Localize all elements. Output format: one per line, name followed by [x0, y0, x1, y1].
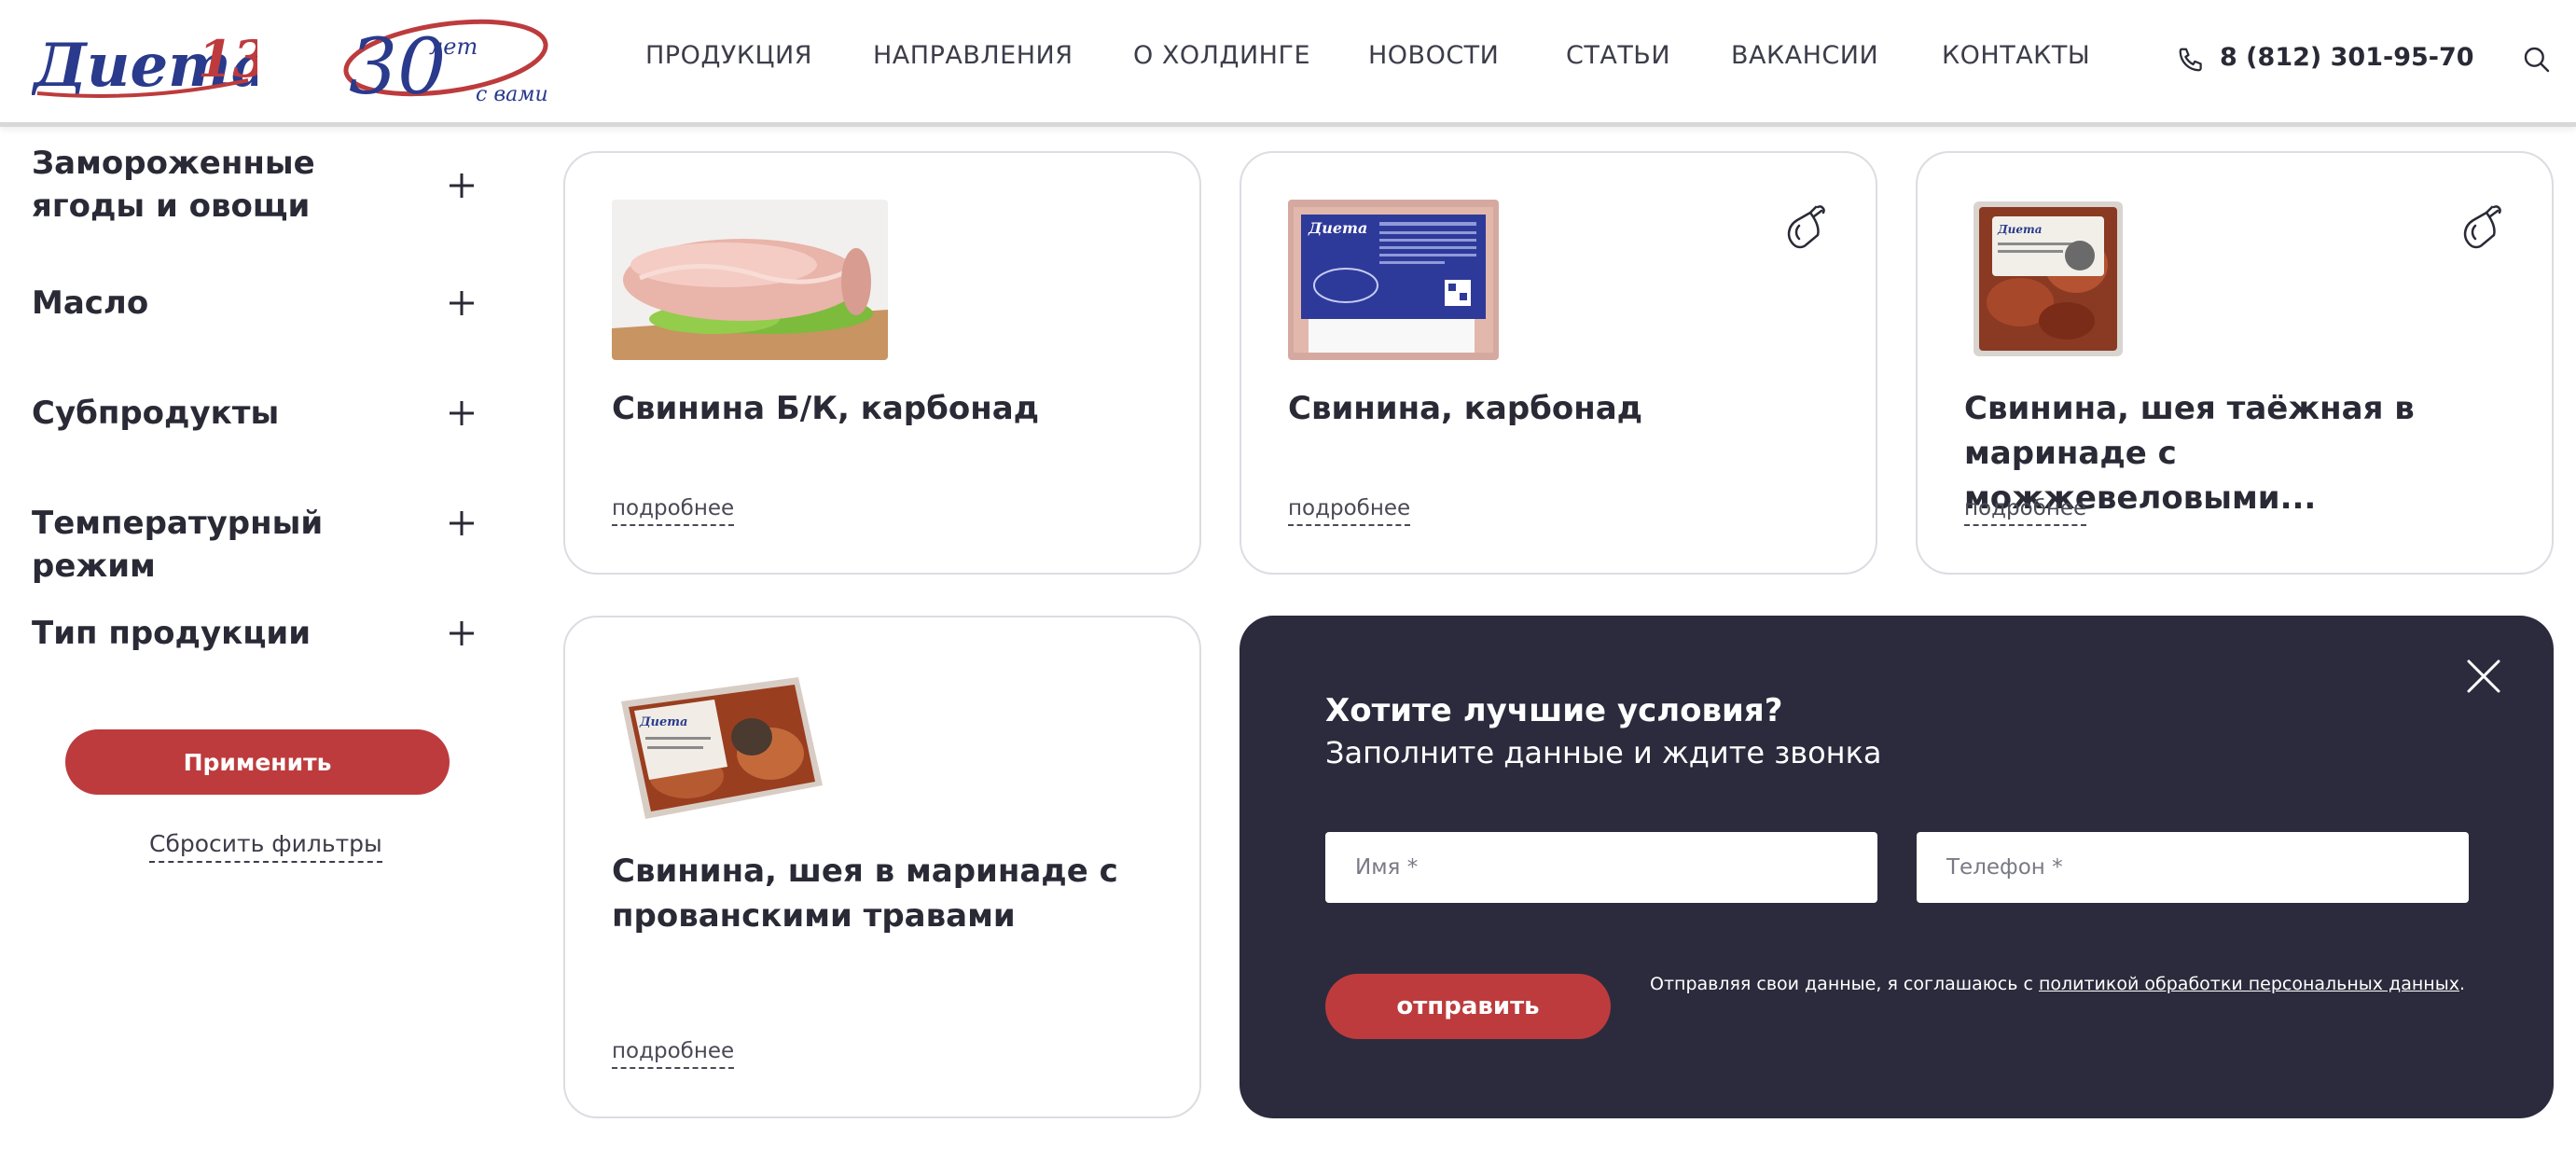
- nav-contacts[interactable]: КОНТАКТЫ: [1942, 41, 2090, 70]
- close-icon[interactable]: [2465, 658, 2502, 695]
- site-header: Диета 13 30 лет с вами ПРОДУКЦИЯ НАПРАВЛ…: [0, 0, 2576, 127]
- nav-news[interactable]: НОВОСТИ: [1368, 41, 1499, 70]
- name-input[interactable]: [1325, 832, 1877, 903]
- filter-label: Масло: [32, 284, 149, 322]
- product-more-link[interactable]: подробнее: [612, 496, 735, 526]
- search-icon[interactable]: [2522, 45, 2552, 75]
- filter-label: Тип продукции: [32, 615, 312, 652]
- nav-products[interactable]: ПРОДУКЦИЯ: [645, 41, 812, 70]
- filter-label: Субпродукты: [32, 395, 280, 432]
- product-image: Диета: [1288, 200, 1499, 360]
- svg-text:Диета: Диета: [1308, 219, 1367, 237]
- privacy-policy-link[interactable]: политикой обработки персональных данных: [2039, 974, 2459, 994]
- ham-icon: [1787, 205, 1825, 249]
- nav-directions[interactable]: НАПРАВЛЕНИЯ: [873, 41, 1073, 70]
- nav-about[interactable]: О ХОЛДИНГЕ: [1133, 41, 1310, 70]
- filter-frozen-berries[interactable]: Замороженные ягоды и овощи: [32, 142, 479, 228]
- product-more-link[interactable]: подробнее: [612, 1039, 735, 1069]
- filter-offal[interactable]: Субпродукты: [32, 392, 479, 435]
- svg-text:13: 13: [198, 29, 257, 89]
- product-card[interactable]: Диета Свинина, шея таёжная в маринаде с …: [1916, 151, 2554, 575]
- product-card[interactable]: Диета Свинина, карбонад подробнее: [1240, 151, 1877, 575]
- product-image: Диета: [612, 664, 828, 825]
- ham-icon: [2463, 205, 2501, 249]
- apply-filters-button[interactable]: Применить: [65, 729, 450, 795]
- svg-text:Диета: Диета: [639, 715, 687, 729]
- plus-icon[interactable]: [448, 619, 476, 647]
- consent-text: Отправляя свои данные, я соглашаюсь с по…: [1650, 974, 2465, 994]
- nav-articles[interactable]: СТАТЬИ: [1566, 41, 1670, 70]
- submit-button[interactable]: отправить: [1325, 974, 1611, 1039]
- svg-text:с вами: с вами: [476, 83, 548, 106]
- reset-filters-link[interactable]: Сбросить фильтры: [149, 830, 382, 863]
- plus-icon[interactable]: [448, 399, 476, 427]
- plus-icon[interactable]: [448, 289, 476, 317]
- form-subtitle: Заполните данные и ждите звонка: [1325, 735, 1882, 770]
- callback-form: Хотите лучшие условия? Заполните данные …: [1240, 616, 2554, 1118]
- product-image: [612, 200, 888, 360]
- phone-input[interactable]: [1917, 832, 2469, 903]
- svg-text:Диета: Диета: [1997, 223, 2043, 236]
- product-more-link[interactable]: подробнее: [1964, 496, 2087, 526]
- product-title[interactable]: Свинина, шея в маринаде с прованскими тр…: [612, 849, 1153, 938]
- consent-lead: Отправляя свои данные, я соглашаюсь с: [1650, 974, 2039, 994]
- product-title[interactable]: Свинина, карбонад: [1288, 386, 1829, 431]
- filter-oil[interactable]: Масло: [32, 282, 479, 325]
- filter-label: Температурный режим: [32, 505, 324, 585]
- consent-end: .: [2458, 974, 2465, 994]
- product-more-link[interactable]: подробнее: [1288, 496, 1411, 526]
- plus-icon[interactable]: [448, 509, 476, 537]
- phone-icon: [2179, 48, 2202, 72]
- plus-icon[interactable]: [448, 172, 476, 200]
- product-card[interactable]: Свинина Б/К, карбонад подробнее: [563, 151, 1201, 575]
- anniversary-logo: 30 лет с вами: [343, 19, 548, 108]
- nav-vacancies[interactable]: ВАКАНСИИ: [1731, 41, 1878, 70]
- product-title[interactable]: Свинина Б/К, карбонад: [612, 386, 1153, 431]
- product-image: Диета: [1964, 200, 2132, 360]
- filter-temperature[interactable]: Температурный режим: [32, 502, 479, 588]
- product-card[interactable]: Диета Свинина, шея в маринаде с прованск…: [563, 616, 1201, 1118]
- form-title: Хотите лучшие условия?: [1325, 692, 1783, 729]
- filter-label: Замороженные ягоды и овощи: [32, 145, 315, 225]
- svg-text:лет: лет: [429, 34, 478, 60]
- phone-link[interactable]: 8 (812) 301-95-70: [2220, 43, 2474, 72]
- dieta-logo[interactable]: Диета 13: [32, 13, 257, 106]
- filter-product-type[interactable]: Тип продукции: [32, 612, 479, 655]
